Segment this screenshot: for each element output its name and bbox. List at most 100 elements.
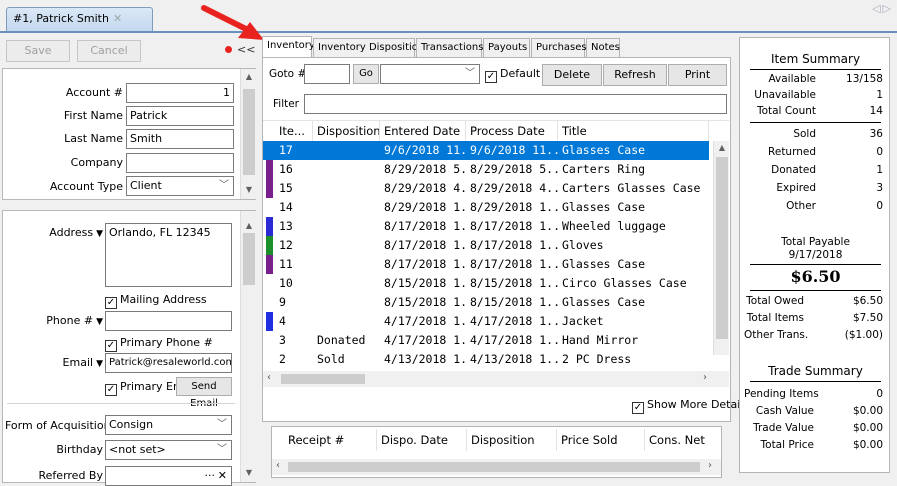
summary-value: 3 (876, 182, 883, 194)
tab-payouts[interactable]: Payouts (483, 38, 530, 57)
refresh-button[interactable]: Refresh (603, 64, 667, 86)
chevron-down-icon: ﹀ (217, 419, 227, 430)
table-row[interactable]: 3 Donated 4/17/2018 1... 4/17/2018 1... Hand… (263, 331, 709, 350)
col-header-dispo-date[interactable]: Dispo. Date (377, 429, 467, 451)
table-row[interactable]: 13 8/17/2018 1... 8/17/2018 1... Wheeled lu… (263, 217, 709, 236)
col-header-cons-net[interactable]: Cons. Net (645, 429, 719, 451)
cell-item: 9 (279, 295, 286, 309)
account-type-select[interactable]: Client ﹀ (126, 176, 234, 196)
goto-select[interactable]: ﹀ (380, 64, 480, 84)
send-email-button[interactable]: Send Email (176, 377, 232, 409)
grid-vscrollbar[interactable]: ▲ (713, 141, 729, 355)
primary-phone-checkbox[interactable]: ✓ Primary Phone # (105, 336, 213, 352)
hscroll-thumb[interactable] (288, 462, 700, 472)
cell-process-date: 4/17/2018 1... (470, 314, 558, 328)
phone-field[interactable] (105, 311, 232, 331)
table-row[interactable]: 17 9/6/2018 11... 9/6/2018 11... Glasses Ca… (263, 141, 709, 160)
contact-scrollbar[interactable]: ▲ ▼ (240, 211, 256, 482)
clear-icon[interactable]: ✕ (218, 467, 227, 485)
email-field[interactable]: Patrick@resaleworld.com (105, 353, 232, 373)
collapse-button[interactable]: << (237, 43, 255, 56)
tab-inventory[interactable]: Inventory (262, 36, 315, 57)
account-field[interactable]: 1 (126, 83, 234, 103)
scroll-down-icon[interactable]: ▼ (241, 185, 257, 194)
tab-inventory-disposition[interactable]: Inventory Disposition (313, 38, 424, 57)
scroll-up-icon[interactable]: ▲ (241, 221, 257, 230)
address-field[interactable]: Orlando, FL 12345 (105, 223, 232, 287)
save-button[interactable]: Save (6, 40, 70, 62)
primary-phone-text: Primary Phone # (120, 336, 213, 349)
company-field[interactable] (126, 153, 234, 173)
col-header-price-sold[interactable]: Price Sold (557, 429, 645, 451)
close-icon[interactable]: ✕ (113, 12, 122, 25)
table-row[interactable]: 14 8/29/2018 1... 8/29/2018 1... Glasses Ca… (263, 198, 709, 217)
browse-button[interactable]: ··· (205, 467, 216, 485)
total-payable-date: 9/17/2018 (788, 249, 843, 261)
doc-tab[interactable]: #1, Patrick Smith ✕ (6, 7, 153, 31)
cell-process-date: 8/29/2018 5... (470, 162, 558, 176)
scroll-thumb[interactable] (243, 233, 255, 285)
grid-hscrollbar[interactable]: ‹ › (263, 371, 729, 387)
col-header-receipt[interactable]: Receipt # (284, 429, 377, 451)
scroll-up-icon[interactable]: ▲ (241, 72, 257, 81)
col-header-process-date[interactable]: Process Date (466, 121, 558, 141)
phone-label[interactable]: Phone # ▼ (7, 314, 103, 327)
tab-notes[interactable]: Notes (586, 38, 620, 57)
table-row[interactable]: 12 8/17/2018 1... 8/17/2018 1... Gloves (263, 236, 709, 255)
birthday-select[interactable]: <not set> ﹀ (105, 440, 232, 460)
section-divider (7, 403, 235, 404)
cell-title: Carters Ring (562, 162, 646, 176)
checkmark-icon: ✓ (105, 340, 117, 352)
referred-field[interactable]: ··· ✕ (105, 466, 232, 486)
col-header-item[interactable]: Ite... (275, 121, 313, 141)
col-header-disposition[interactable]: Disposition (313, 121, 380, 141)
scroll-left-icon[interactable]: ‹ (276, 460, 280, 471)
summary-label: Total Items (746, 312, 804, 324)
first-name-field[interactable]: Patrick (126, 106, 234, 126)
scroll-thumb[interactable] (243, 89, 255, 175)
table-row[interactable]: 15 8/29/2018 4... 8/29/2018 4... Carters Gl… (263, 179, 709, 198)
table-row[interactable]: 2 Sold 4/13/2018 1... 4/13/2018 1... 2 PC Dr… (263, 350, 709, 369)
table-row[interactable]: 11 8/17/2018 1... 8/17/2018 1... Glasses Ca… (263, 255, 709, 274)
default-checkbox[interactable]: ✓ Default (485, 67, 540, 83)
cell-item: 2 (279, 352, 286, 366)
tab-nav-arrows-icon[interactable]: ◁▷ (872, 2, 893, 15)
col-header-disposition[interactable]: Disposition (467, 429, 557, 451)
scroll-up-icon[interactable]: ▲ (714, 143, 730, 152)
table-row[interactable]: 9 8/15/2018 1... 8/15/2018 1... Glasses Cas… (263, 293, 709, 312)
cell-disposition: Sold (317, 352, 345, 366)
table-row[interactable]: 4 4/17/2018 1... 4/17/2018 1... Jacket (263, 312, 709, 331)
receipts-hscrollbar[interactable]: ‹ › (272, 459, 721, 475)
summary-value: 0 (876, 146, 883, 158)
col-header-title[interactable]: Title (558, 121, 709, 141)
scroll-right-icon[interactable]: › (703, 372, 707, 383)
tab-transactions[interactable]: Transactions (416, 38, 483, 57)
col-header-entered-date[interactable]: Entered Date (380, 121, 466, 141)
acquisition-select[interactable]: Consign ﹀ (105, 415, 232, 435)
cell-entered-date: 4/17/2018 1... (384, 314, 466, 328)
hscroll-thumb[interactable] (281, 374, 365, 384)
chevron-down-icon: ﹀ (465, 68, 475, 79)
last-name-field[interactable]: Smith (126, 129, 234, 149)
account-scrollbar[interactable]: ▲ ▼ (240, 69, 256, 199)
address-label[interactable]: Address ▼ (7, 226, 103, 239)
scroll-thumb[interactable] (716, 157, 728, 339)
print-button[interactable]: Print (668, 64, 727, 86)
go-button[interactable]: Go (353, 64, 379, 84)
table-row[interactable]: 16 8/29/2018 5... 8/29/2018 5... Carters Ri… (263, 160, 709, 179)
filter-input[interactable] (304, 94, 727, 114)
email-label[interactable]: Email ▼ (7, 356, 103, 369)
cell-item: 14 (279, 200, 293, 214)
cancel-button[interactable]: Cancel (77, 40, 141, 62)
scroll-right-icon[interactable]: › (708, 460, 712, 471)
mailing-address-checkbox[interactable]: ✓ Mailing Address (105, 293, 207, 309)
table-row[interactable]: 10 8/15/2018 1... 8/15/2018 1... Circo Glas… (263, 274, 709, 293)
show-more-detail-checkbox[interactable]: ✓ Show More Detail (632, 398, 743, 414)
dropdown-triangle-icon: ▼ (96, 359, 103, 369)
delete-button[interactable]: Delete (542, 64, 602, 86)
goto-field[interactable] (304, 64, 350, 84)
scroll-down-icon[interactable]: ▼ (241, 468, 257, 477)
scroll-left-icon[interactable]: ‹ (267, 372, 271, 383)
tab-purchases[interactable]: Purchases (531, 38, 587, 57)
cell-process-date: 8/17/2018 1... (470, 238, 558, 252)
